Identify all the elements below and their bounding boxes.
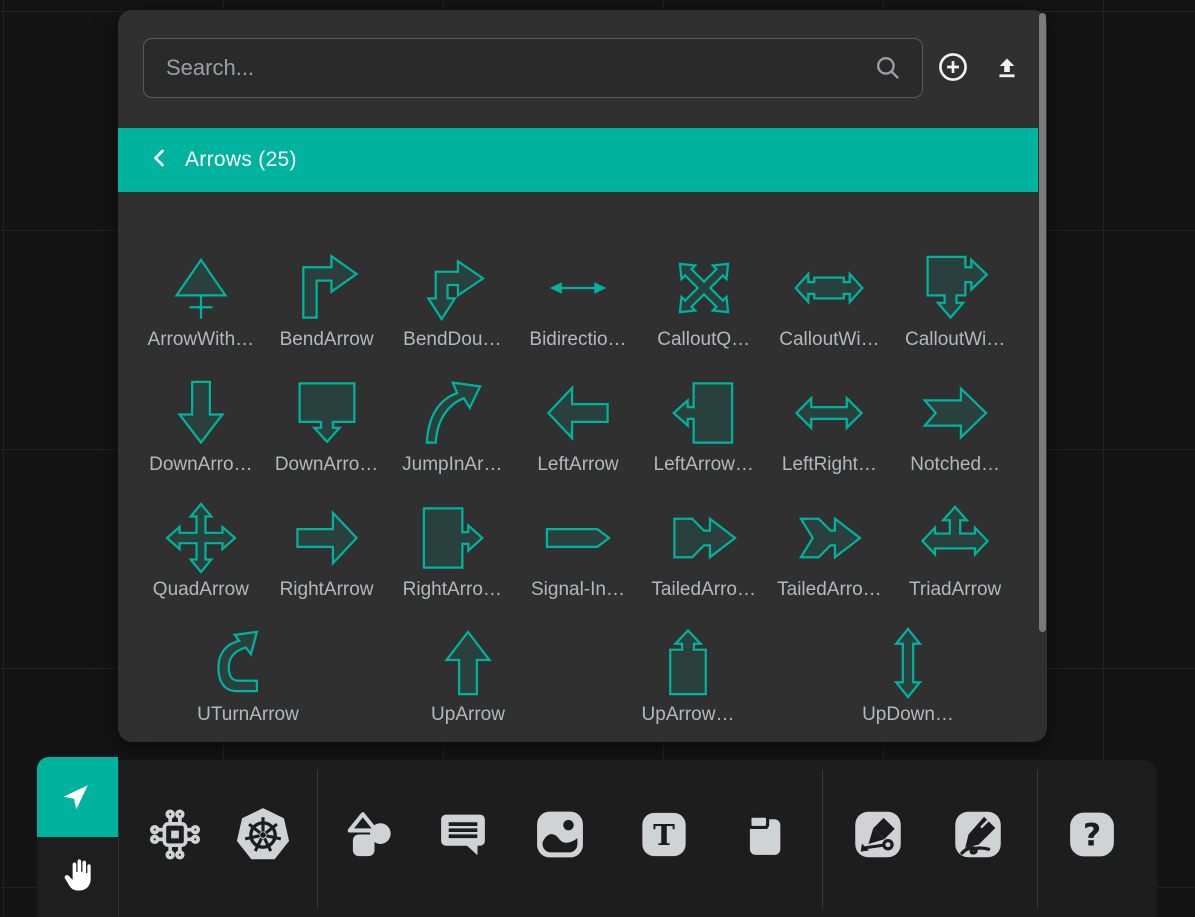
shape-item-left-right-arrow[interactable]: LeftRight…	[767, 370, 893, 495]
canvas[interactable]: Arrows (25) ArrowWith… BendArrow BendDou… B…	[0, 0, 1195, 917]
shape-item-up-down-arrow[interactable]: UpDown…	[798, 620, 1018, 745]
shape-label: LeftArrow…	[654, 454, 754, 476]
upload-shape-button[interactable]	[990, 53, 1024, 87]
select-tool-button[interactable]	[37, 757, 118, 837]
pointer-tool-panel	[37, 757, 118, 917]
add-shape-button[interactable]	[936, 51, 970, 85]
shape-label: LeftRight…	[782, 454, 877, 476]
toolbar-board-button[interactable]	[737, 810, 787, 865]
toolbar-comment-button[interactable]	[437, 809, 489, 866]
shape-item-up-arrow-callout[interactable]: UpArrow…	[578, 620, 798, 745]
help-icon: ?	[1067, 810, 1117, 865]
cursor-icon	[60, 777, 96, 818]
toolbar-image-button[interactable]	[533, 807, 588, 867]
board-icon	[737, 810, 787, 865]
hand-icon	[59, 856, 97, 899]
toolbar-shapes-button[interactable]	[343, 808, 397, 867]
shape-item-down-arrow[interactable]: DownArro…	[138, 370, 264, 495]
shape-item-right-arrow-callout[interactable]: RightArro…	[389, 495, 515, 620]
shape-label: UpDown…	[862, 704, 954, 726]
shape-label: RightArrow	[280, 579, 374, 601]
toolbar-kubernetes-components-button[interactable]	[232, 804, 294, 871]
search-icon	[874, 54, 902, 82]
shape-label: UTurnArrow	[197, 704, 299, 726]
shape-library-panel: Arrows (25) ArrowWith… BendArrow BendDou… B…	[118, 10, 1047, 742]
shape-item-signal-in[interactable]: Signal-In…	[515, 495, 641, 620]
shape-label: TailedArro…	[651, 579, 756, 601]
shape-label: BendArrow	[280, 329, 374, 351]
shape-label: DownArro…	[275, 454, 378, 476]
shape-label: CalloutWi…	[905, 329, 1005, 351]
shape-label: Notched…	[910, 454, 1000, 476]
chevron-left-icon	[148, 146, 172, 175]
shape-item-arrow-with-stem[interactable]: ArrowWith…	[138, 245, 264, 370]
shape-item-tailed-arrow-chevron[interactable]: TailedArro…	[767, 495, 893, 620]
toolbar-help-button[interactable]: ?	[1067, 810, 1117, 865]
comment-icon	[437, 809, 489, 866]
shapes-grid-last-row: UTurnArrow UpArrow UpArrow… UpDown…	[138, 620, 1018, 745]
shape-item-callout-quad-arrow[interactable]: CalloutQ…	[641, 245, 767, 370]
shape-item-bidirectional-arrow[interactable]: Bidirectio…	[515, 245, 641, 370]
shape-item-up-arrow[interactable]: UpArrow	[358, 620, 578, 745]
shape-label: CalloutQ…	[657, 329, 750, 351]
shape-item-right-arrow[interactable]: RightArrow	[264, 495, 390, 620]
shape-label: BendDou…	[403, 329, 501, 351]
svg-text:?: ?	[1083, 818, 1101, 854]
shape-label: CalloutWi…	[779, 329, 879, 351]
shape-item-quad-arrow[interactable]: QuadArrow	[138, 495, 264, 620]
mesh-icon	[146, 806, 204, 869]
category-label: Arrows (25)	[185, 148, 297, 172]
kubernetes-icon	[232, 804, 294, 871]
search-input[interactable]	[143, 38, 923, 98]
toolbar-divider	[1037, 770, 1038, 908]
pan-tool-button[interactable]	[37, 837, 118, 917]
shape-label: TriadArrow	[909, 579, 1001, 601]
toolbar-edge-button[interactable]	[852, 809, 904, 866]
shape-item-u-turn-arrow[interactable]: UTurnArrow	[138, 620, 358, 745]
shape-label: LeftArrow	[537, 454, 618, 476]
upload-icon	[993, 55, 1021, 86]
toolbar-mesh-components-button[interactable]	[146, 806, 204, 869]
scrollbar-thumb[interactable]	[1039, 13, 1046, 632]
shape-label: ArrowWith…	[148, 329, 255, 351]
shape-label: DownArro…	[149, 454, 252, 476]
shapes-icon	[343, 808, 397, 867]
toolbar-divider	[822, 770, 823, 908]
shape-item-bend-arrow[interactable]: BendArrow	[264, 245, 390, 370]
svg-text:T: T	[653, 818, 675, 852]
shape-label: UpArrow…	[642, 704, 735, 726]
shapes-grid: ArrowWith… BendArrow BendDou… Bidirectio… Ca…	[138, 245, 1018, 620]
shape-label: Bidirectio…	[529, 329, 626, 351]
toolbar-text-button[interactable]: T	[638, 809, 690, 866]
shape-label: Signal-In…	[531, 579, 625, 601]
shape-item-bend-double-arrow[interactable]: BendDou…	[389, 245, 515, 370]
shape-item-down-arrow-callout[interactable]: DownArro…	[264, 370, 390, 495]
edge-pen-icon	[852, 809, 904, 866]
toolbar-draw-button[interactable]	[952, 809, 1004, 866]
text-icon: T	[638, 809, 690, 866]
shape-label: JumpInAr…	[402, 454, 502, 476]
shape-item-callout-down-arrow[interactable]: CalloutWi…	[892, 245, 1018, 370]
add-circle-icon	[937, 51, 969, 86]
bottom-toolbar: T?	[118, 760, 1157, 917]
toolbar-divider	[317, 770, 318, 908]
pencil-draw-icon	[952, 809, 1004, 866]
shape-item-jump-in-arrow[interactable]: JumpInAr…	[389, 370, 515, 495]
shape-label: RightArro…	[403, 579, 502, 601]
image-icon	[533, 807, 588, 867]
category-header[interactable]: Arrows (25)	[118, 128, 1038, 192]
shape-label: QuadArrow	[153, 579, 249, 601]
shape-item-left-arrow-callout[interactable]: LeftArrow…	[641, 370, 767, 495]
shape-item-triad-arrow[interactable]: TriadArrow	[892, 495, 1018, 620]
shape-item-tailed-arrow-solid[interactable]: TailedArro…	[641, 495, 767, 620]
shape-item-callout-horizontal-arrows[interactable]: CalloutWi…	[767, 245, 893, 370]
shape-item-left-arrow[interactable]: LeftArrow	[515, 370, 641, 495]
shape-label: TailedArro…	[777, 579, 882, 601]
shape-item-notched-right-arrow[interactable]: Notched…	[892, 370, 1018, 495]
shape-label: UpArrow	[431, 704, 505, 726]
